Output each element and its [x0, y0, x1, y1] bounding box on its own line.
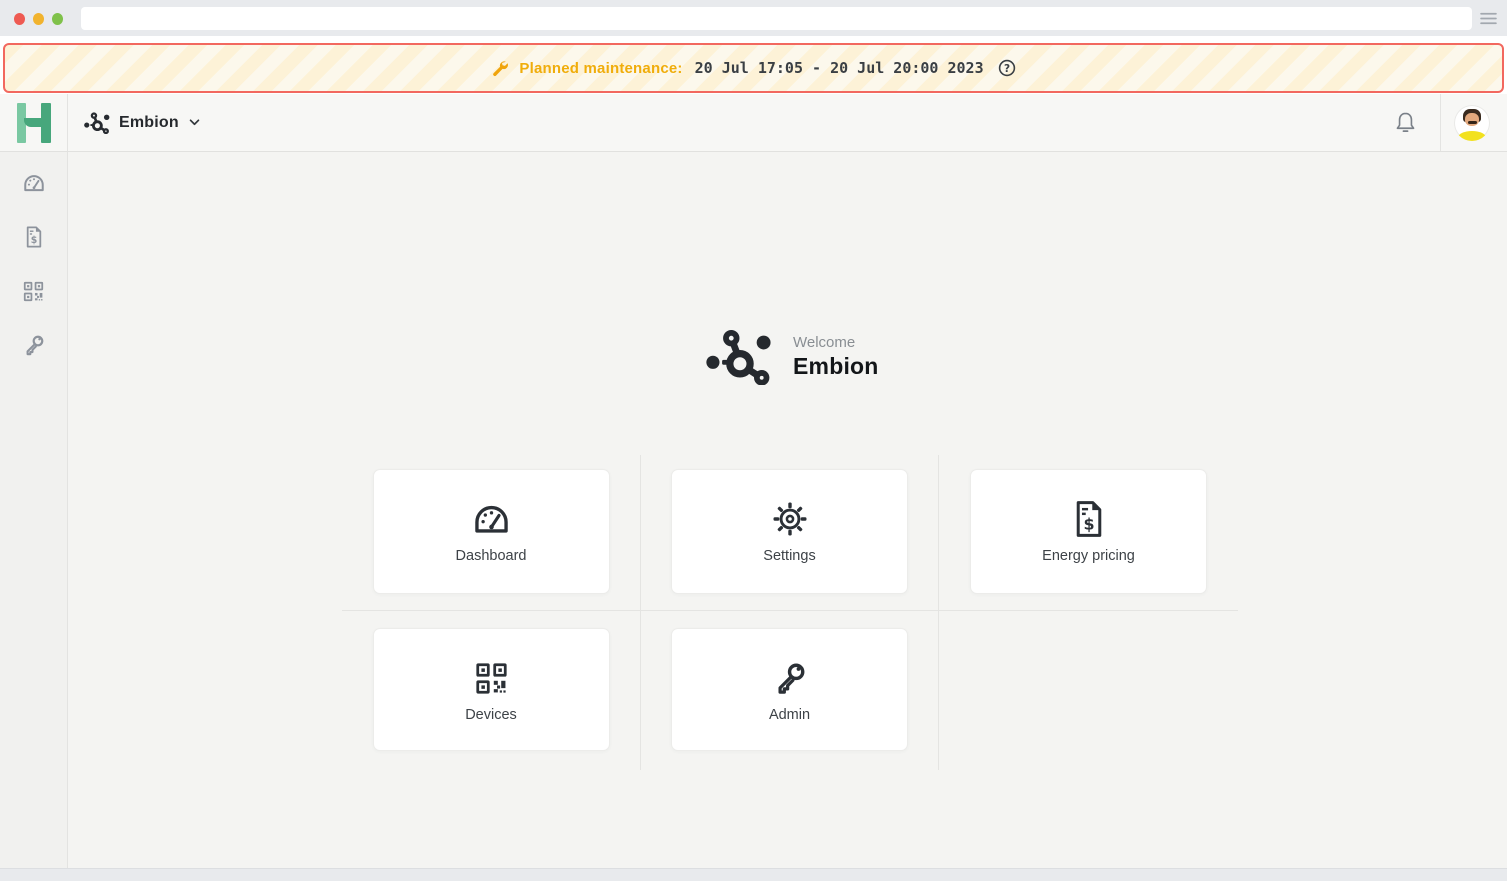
wrench-icon — [491, 59, 509, 77]
chevron-down-icon — [189, 119, 200, 126]
browser-chrome — [0, 0, 1507, 36]
main-content: Welcome Embion Dashboard Settings $ — [68, 152, 1507, 868]
svg-text:$: $ — [1083, 514, 1094, 533]
header-divider — [1440, 94, 1441, 151]
address-bar[interactable] — [81, 7, 1472, 30]
card-admin[interactable]: Admin — [671, 628, 908, 751]
sidebar-item-energy-pricing[interactable]: $ — [20, 225, 48, 249]
gauge-icon — [22, 174, 46, 192]
molecule-icon — [84, 112, 110, 134]
key-icon — [23, 334, 45, 356]
molecule-icon — [706, 329, 772, 385]
h-logo-icon — [17, 103, 51, 143]
body-row: $ Welcome Embion Dashboard — [0, 152, 1507, 868]
svg-text:?: ? — [1004, 63, 1010, 75]
gauge-icon — [472, 504, 511, 534]
maximize-window-button[interactable] — [52, 13, 63, 25]
maintenance-label: Planned maintenance: — [519, 60, 682, 77]
minimize-window-button[interactable] — [33, 13, 44, 25]
sidebar: $ — [0, 152, 68, 868]
user-menu-button[interactable] — [1454, 105, 1490, 141]
sidebar-item-devices[interactable] — [20, 279, 48, 303]
welcome-greeting: Welcome — [793, 334, 879, 351]
empty-cell — [939, 611, 1238, 770]
welcome-block: Welcome Embion — [706, 329, 879, 385]
traffic-lights — [14, 13, 63, 25]
sidebar-item-dashboard[interactable] — [20, 171, 48, 195]
app-header: Embion — [0, 94, 1507, 152]
header-actions — [1370, 94, 1507, 151]
sidebar-item-admin[interactable] — [20, 333, 48, 357]
maintenance-banner: Planned maintenance: 20 Jul 17:05 - 20 J… — [3, 43, 1504, 93]
card-dashboard[interactable]: Dashboard — [373, 469, 610, 594]
hamburger-icon[interactable] — [1480, 12, 1497, 25]
close-window-button[interactable] — [14, 13, 25, 25]
card-label: Dashboard — [456, 548, 527, 564]
qr-code-icon — [475, 662, 508, 695]
card-energy-pricing[interactable]: $ Energy pricing — [970, 469, 1207, 594]
card-label: Devices — [465, 707, 517, 723]
card-label: Energy pricing — [1042, 548, 1135, 564]
app-logo[interactable] — [0, 94, 68, 151]
qr-code-icon — [23, 281, 44, 302]
invoice-dollar-icon: $ — [25, 226, 43, 248]
card-settings[interactable]: Settings — [671, 469, 908, 594]
notifications-button[interactable] — [1370, 94, 1440, 151]
shortcut-grid: Dashboard Settings $ Energy pricing Devi… — [342, 455, 1238, 770]
org-name: Embion — [119, 114, 179, 132]
card-label: Admin — [769, 707, 810, 723]
window-bottom-edge — [0, 868, 1507, 881]
card-label: Settings — [763, 548, 815, 564]
key-icon — [773, 661, 807, 695]
bell-icon — [1394, 110, 1417, 135]
card-devices[interactable]: Devices — [373, 628, 610, 751]
invoice-dollar-icon: $ — [1074, 500, 1104, 538]
gear-icon — [773, 502, 807, 536]
banner-strip: Planned maintenance: 20 Jul 17:05 - 20 J… — [0, 36, 1507, 94]
org-selector[interactable]: Embion — [84, 112, 200, 134]
welcome-org-name: Embion — [793, 353, 879, 380]
maintenance-schedule: 20 Jul 17:05 - 20 Jul 20:00 2023 — [695, 59, 984, 77]
help-circle-icon[interactable]: ? — [998, 59, 1016, 77]
avatar — [1454, 105, 1490, 141]
svg-text:$: $ — [30, 235, 37, 246]
